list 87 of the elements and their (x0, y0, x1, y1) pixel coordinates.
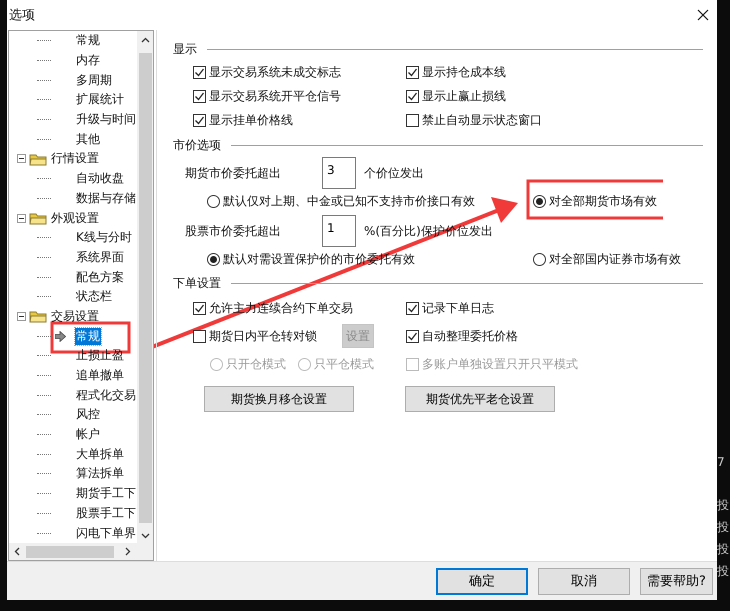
section-title: 市价选项 (173, 136, 221, 154)
checkbox[interactable] (193, 66, 206, 78)
radio-button[interactable] (533, 252, 546, 266)
checkbox-label: 期货日内平仓转对锁 (209, 328, 317, 344)
tree-item[interactable]: 状态栏 (75, 288, 113, 306)
section-title: 显示 (173, 40, 197, 58)
tree-item[interactable]: 行情设置 (50, 150, 100, 168)
radio-button[interactable] (207, 194, 220, 208)
tree-item[interactable]: 交易设置 (50, 308, 100, 325)
checkbox[interactable] (406, 66, 419, 78)
checkbox-label: 显示交易系统开平仓信号 (209, 88, 341, 104)
field-suffix: 个价位发出 (364, 164, 424, 182)
input-field[interactable]: 1 (322, 215, 356, 247)
checkbox-label: 禁止自动显示状态窗口 (422, 112, 542, 128)
radio-button[interactable] (533, 194, 546, 208)
scroll-down-icon[interactable] (140, 533, 150, 539)
background-text: 投 (717, 519, 730, 536)
checkbox-label: 自动整理委托价格 (422, 328, 518, 344)
tree-item[interactable]: 常规 (75, 32, 101, 50)
tree-item[interactable]: 系统界面 (75, 248, 125, 266)
background-text: 投 (717, 497, 730, 514)
tree-item[interactable]: 内存 (75, 52, 101, 70)
tree-item[interactable]: 自动收盘 (75, 170, 125, 188)
folder-icon (29, 152, 47, 166)
dialog-button[interactable]: 需要帮助? (640, 568, 713, 594)
tree-item[interactable]: 配色方案 (75, 268, 125, 286)
scroll-left-icon[interactable] (14, 547, 20, 556)
checkbox-label: 多账户单独设置只开只平模式 (422, 356, 578, 372)
collapse-icon[interactable] (17, 312, 26, 321)
tree-item[interactable]: 股票手工下 (75, 504, 137, 522)
tree-item[interactable]: 算法拆单 (75, 465, 125, 482)
tree-item[interactable]: 闪电下单界 (75, 524, 137, 542)
field-label: 期货市价委托超出 (185, 164, 282, 182)
folder-icon (29, 309, 47, 324)
vertical-scrollbar[interactable] (137, 31, 153, 543)
collapse-icon[interactable] (17, 214, 26, 223)
tree-item[interactable]: 扩展统计 (75, 91, 125, 108)
dialog-button[interactable]: 确定 (436, 568, 528, 594)
window-title: 选项 (9, 7, 35, 24)
checkbox[interactable] (406, 90, 419, 102)
scroll-up-icon[interactable] (140, 37, 150, 43)
tree-item[interactable]: 风控 (75, 406, 101, 424)
radio-label: 对全部期货市场有效 (549, 192, 657, 210)
tree-item[interactable]: 期货手工下 (75, 485, 137, 502)
background-text: 投 (717, 541, 730, 558)
checkbox[interactable] (193, 330, 206, 342)
tree-item[interactable]: 常规 (75, 328, 101, 345)
checkbox-label: 显示持仓成本线 (422, 64, 506, 80)
collapse-icon[interactable] (17, 154, 26, 164)
tree-item[interactable]: 其他 (75, 130, 101, 148)
checkbox[interactable] (406, 330, 419, 342)
tree-item[interactable]: 帐户 (75, 426, 101, 444)
tree-item[interactable]: 外观设置 (50, 210, 100, 227)
radio-label: 只开仓模式 (226, 356, 286, 372)
input-field[interactable]: 3 (322, 157, 356, 189)
tree-item[interactable]: 数据与存储 (75, 190, 137, 207)
arrow-icon (55, 330, 66, 342)
background-text: 7 (717, 455, 726, 471)
settings-button[interactable]: 期货优先平老仓设置 (405, 386, 555, 412)
checkbox-label: 显示交易系统未成交标志 (209, 64, 341, 80)
background-text: 投 (717, 563, 730, 580)
checkbox[interactable] (406, 302, 419, 314)
checkbox[interactable] (193, 302, 206, 314)
radio-label: 对全部国内证券市场有效 (549, 250, 681, 268)
radio-label: 只平仓模式 (314, 356, 374, 372)
horizontal-scrollbar[interactable] (9, 543, 153, 560)
checkbox[interactable] (193, 90, 206, 102)
checkbox-label: 显示挂单价格线 (209, 112, 293, 128)
section-title: 下单设置 (173, 274, 221, 292)
settings-button[interactable]: 期货换月移仓设置 (204, 386, 354, 412)
field-label: 股票市价委托超出 (185, 222, 282, 240)
tree-item[interactable]: 升级与时间 (75, 111, 137, 128)
close-icon[interactable] (697, 9, 709, 21)
checkbox[interactable] (406, 114, 419, 126)
checkbox-label: 显示止赢止损线 (422, 88, 506, 104)
dialog-button[interactable]: 取消 (538, 568, 630, 594)
checkbox[interactable] (193, 114, 206, 126)
tree-item[interactable]: K线与分时 (75, 229, 133, 246)
tree-item[interactable]: 追单撤单 (75, 367, 125, 384)
radio-button[interactable] (207, 252, 220, 266)
checkbox-label: 记录下单日志 (422, 300, 494, 316)
tree-item[interactable]: 大单拆单 (75, 446, 125, 463)
tree-item[interactable]: 程式化交易 (75, 386, 137, 404)
folder-icon (29, 211, 47, 226)
scroll-right-icon[interactable] (125, 547, 131, 556)
radio-label: 默认仅对上期、中金或已知不支持市价接口有效 (223, 192, 475, 210)
tree-item[interactable]: 多周期 (75, 72, 113, 89)
